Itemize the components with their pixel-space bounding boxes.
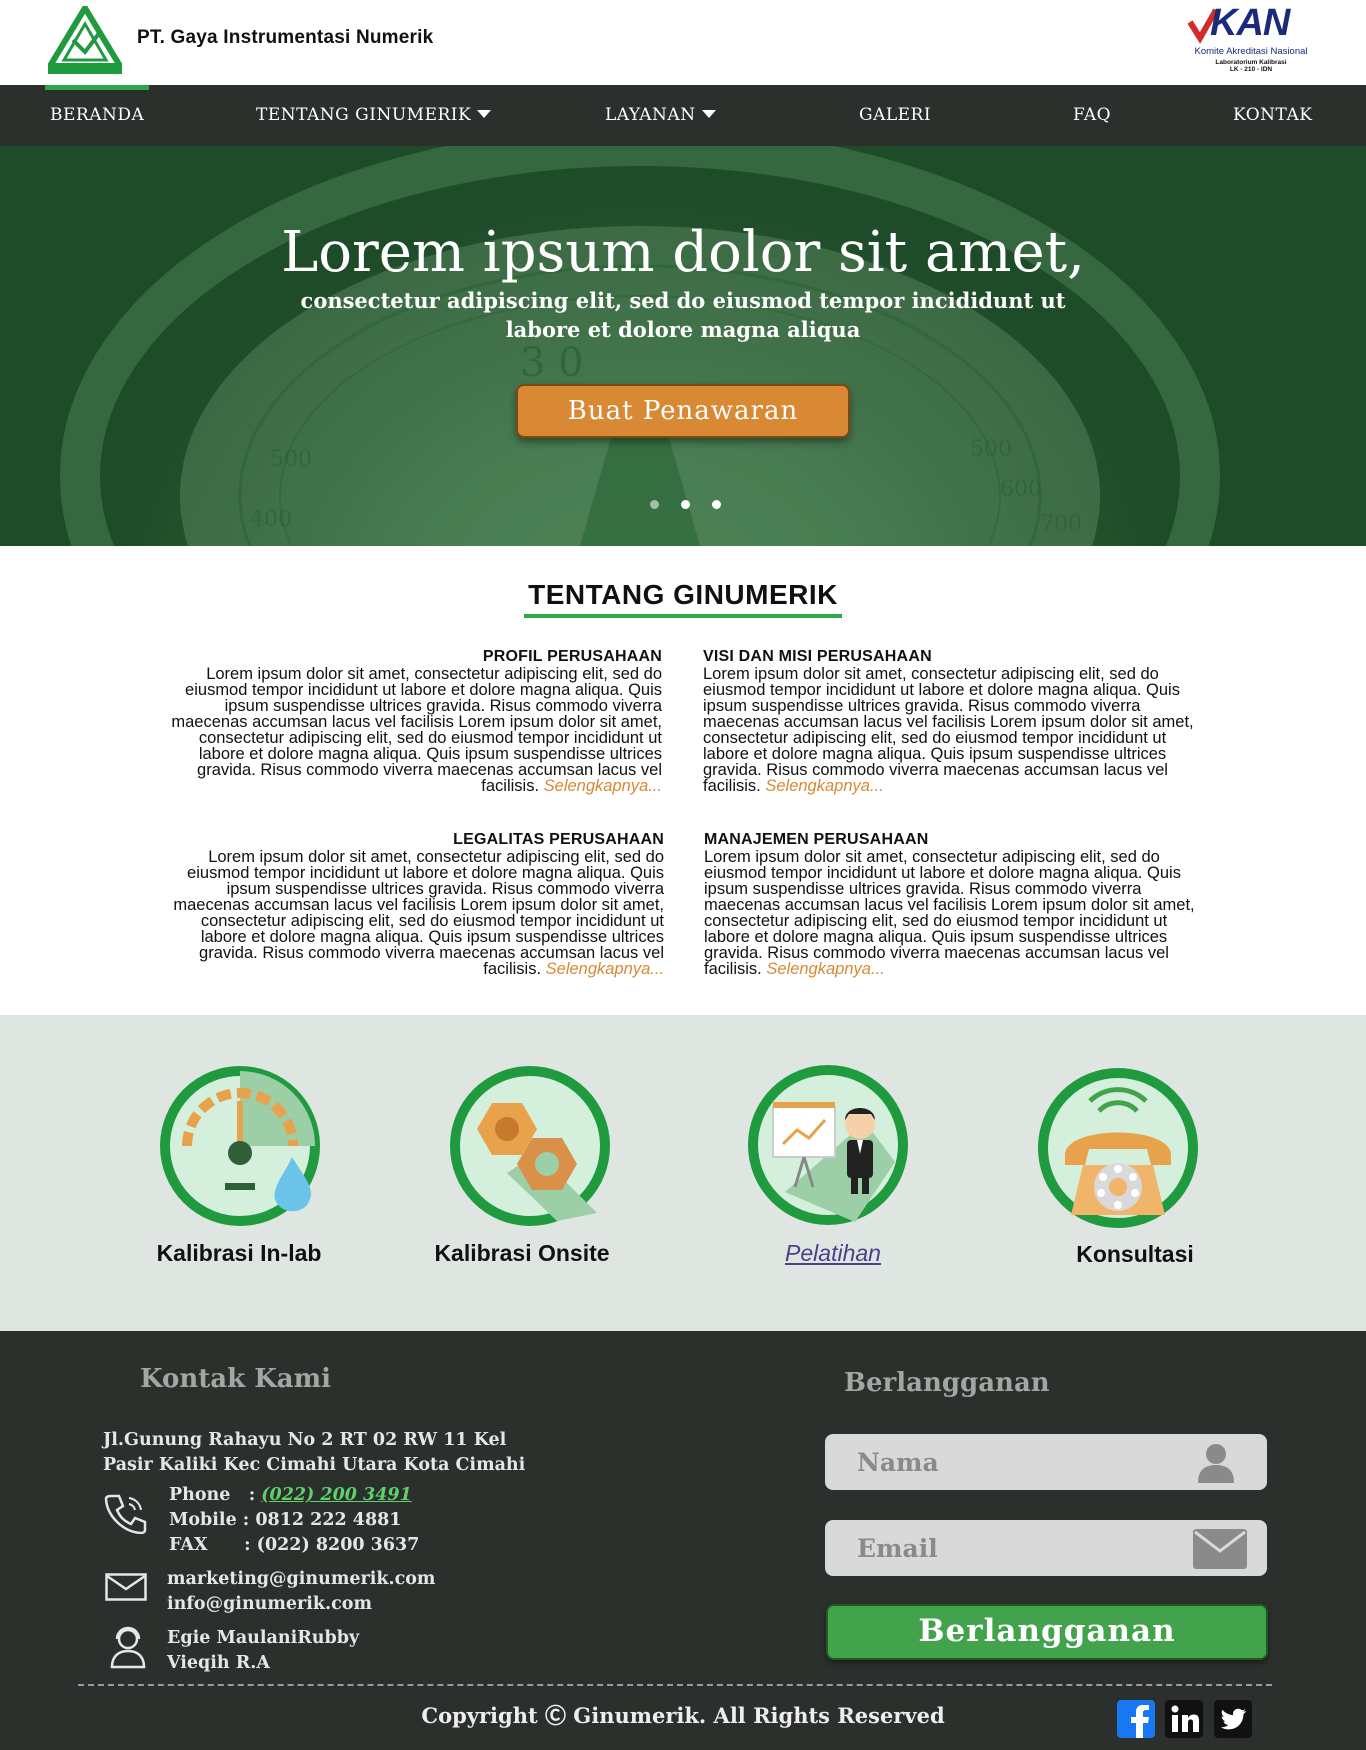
email-marketing[interactable]: marketing@ginumerik.com [167,1567,435,1592]
nav-label: KONTAK [1233,105,1313,125]
section-body: Lorem ipsum dolor sit amet, consectetur … [171,665,662,795]
kan-code: LK - 210 - IDN [1229,66,1273,73]
caret-down-icon [701,110,716,118]
site-header: PT. Gaya Instrumentasi Numerik KAN Komit… [0,0,1366,85]
contact-person-2: Vieqih R.A [167,1653,270,1673]
address: Jl.Gunung Rahayu No 2 RT 02 RW 11 Kel Pa… [103,1428,525,1478]
nav-item-kontak[interactable]: KONTAK [1233,105,1312,125]
kan-lab-info: Laboratorium Kalibrasi LK - 210 - IDN [1186,59,1316,73]
phone-line: Phone : (022) 200 3491 [169,1483,419,1508]
section-heading: PROFIL PERUSAHAAN [482,648,662,665]
pelatihan-link[interactable]: Pelatihan [785,1240,881,1266]
linkedin-icon[interactable] [1165,1700,1203,1738]
footer-divider [78,1684,1272,1686]
twitter-icon[interactable] [1214,1700,1252,1738]
fax-line: FAX : (022) 8200 3637 [169,1535,420,1555]
kan-lab: Laboratorium Kalibrasi [1215,59,1287,66]
section-body: Lorem ipsum dolor sit amet, consectetur … [173,848,664,978]
contact-persons: Egie MaulaniRubby Vieqih R.A [167,1626,359,1676]
nav-item-beranda[interactable]: BERANDA [50,105,144,125]
service-label-konsultasi[interactable]: Konsultasi [1035,1241,1235,1268]
service-label-pelatihan[interactable]: Pelatihan [733,1240,933,1267]
gauge-droplet-icon[interactable] [157,1063,323,1229]
service-label-inlab[interactable]: Kalibrasi In-lab [139,1240,339,1267]
nav-item-galeri[interactable]: GALERI [859,105,931,125]
section-heading: LEGALITAS PERUSAHAAN [453,831,664,848]
address-line-2: Pasir Kaliki Kec Cimahi Utara Kota Cimah… [103,1455,526,1475]
contact-person-1: Egie MaulaniRubby [167,1628,360,1648]
facebook-icon[interactable] [1117,1700,1155,1738]
telephone-icon[interactable] [1035,1065,1201,1231]
about-visi-misi: VISI DAN MISI PERUSAHAAN Lorem ipsum dol… [703,648,1200,795]
address-line-1: Jl.Gunung Rahayu No 2 RT 02 RW 11 Kel [103,1430,507,1450]
nav-label: TENTANG GINUMERIK [256,105,472,125]
section-heading: VISI DAN MISI PERUSAHAAN [703,648,932,665]
carousel-dot-2[interactable] [681,500,690,509]
presenter-icon[interactable] [745,1062,911,1228]
kan-subtitle: Komite Akreditasi Nasional [1194,46,1308,57]
nav-active-indicator [45,85,149,90]
company-name: PT. Gaya Instrumentasi Numerik [137,27,434,48]
about-title: TENTANG GINUMERIK [528,579,838,610]
nav-label: LAYANAN [605,105,696,125]
mail-icon [105,1573,147,1601]
about-legalitas: LEGALITAS PERUSAHAAN Lorem ipsum dolor s… [167,831,664,978]
copyright-text: Copyright Ⓒ Ginumerik. All Rights Reserv… [421,1703,945,1728]
name-input[interactable] [857,1444,1187,1480]
hero-subtitle: consectetur adipiscing elit, sed do eius… [300,288,1066,342]
read-more-link[interactable]: Selengkapnya... [544,777,662,795]
mobile-line: Mobile : 0812 222 4881 [169,1510,402,1530]
caret-down-icon [477,110,492,118]
kan-logo-text: KAN [1210,2,1290,44]
read-more-link[interactable]: Selengkapnya... [765,777,883,795]
hero-title: Lorem ipsum dolor sit amet, [281,220,1085,285]
subscribe-button[interactable]: Berlangganan [826,1604,1268,1660]
email-input[interactable] [857,1530,1187,1566]
read-more-link[interactable]: Selengkapnya... [766,960,884,978]
carousel-dot-1[interactable] [650,500,659,509]
company-logo[interactable] [48,6,122,74]
nav-label: BERANDA [50,105,145,125]
envelope-icon [1193,1529,1247,1569]
about-title-underline [524,614,842,618]
request-quote-button[interactable]: Buat Penawaran [516,384,850,438]
section-body: Lorem ipsum dolor sit amet, consectetur … [704,848,1195,978]
hex-nuts-icon[interactable] [447,1063,613,1229]
nav-label: FAQ [1073,105,1112,125]
section-body: Lorem ipsum dolor sit amet, consectetur … [703,665,1194,795]
support-agent-icon [110,1626,146,1669]
nav-item-layanan[interactable]: LAYANAN [605,105,716,125]
name-field-wrapper [825,1434,1267,1490]
service-label-onsite[interactable]: Kalibrasi Onsite [422,1240,622,1267]
phone-label: Phone : [169,1485,256,1505]
contact-heading: Kontak Kami [140,1364,332,1394]
about-manajemen: MANAJEMEN PERUSAHAAN Lorem ipsum dolor s… [704,831,1201,978]
phone-link[interactable]: (022) 200 3491 [261,1485,412,1505]
hero-overlay [0,146,1366,546]
email-field-wrapper [825,1520,1267,1576]
nav-label: GALERI [859,105,932,125]
phone-block: Phone : (022) 200 3491 Mobile : 0812 222… [169,1483,419,1558]
email-block: marketing@ginumerik.com info@ginumerik.c… [167,1567,435,1617]
subscribe-heading: Berlangganan [844,1368,1050,1398]
nav-item-faq[interactable]: FAQ [1073,105,1111,125]
nav-item-tentang[interactable]: TENTANG GINUMERIK [256,105,492,125]
read-more-link[interactable]: Selengkapnya... [546,960,664,978]
phone-icon [104,1494,147,1534]
carousel-dot-3[interactable] [712,500,721,509]
section-heading: MANAJEMEN PERUSAHAAN [704,831,929,848]
about-profil: PROFIL PERUSAHAAN Lorem ipsum dolor sit … [165,648,662,795]
email-info[interactable]: info@ginumerik.com [167,1592,435,1617]
user-icon [1198,1444,1234,1483]
